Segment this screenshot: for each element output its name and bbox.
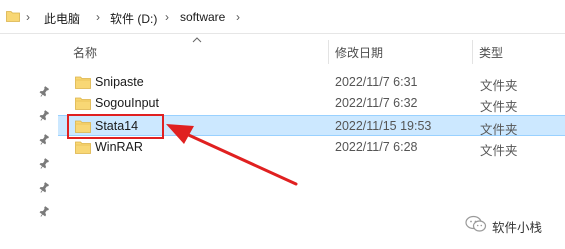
- column-divider[interactable]: [328, 40, 329, 64]
- file-type: 文件夹: [480, 123, 518, 137]
- watermark-text: 软件小栈: [492, 221, 543, 235]
- wechat-icon: [465, 215, 487, 232]
- breadcrumb-software[interactable]: software: [180, 10, 225, 24]
- breadcrumb-this-pc[interactable]: 此电脑: [44, 10, 80, 27]
- file-type: 文件夹: [480, 79, 518, 93]
- column-header-date-modified[interactable]: 修改日期: [335, 44, 383, 61]
- pin-icon[interactable]: [38, 206, 50, 218]
- file-row-winrar[interactable]: WinRAR 2022/11/7 6:28 文件夹: [58, 137, 565, 158]
- column-divider[interactable]: [472, 40, 473, 64]
- file-date: 2022/11/7 6:31: [335, 75, 418, 89]
- sort-ascending-icon: [192, 37, 202, 43]
- column-header-name[interactable]: 名称: [73, 44, 97, 61]
- file-type: 文件夹: [480, 100, 518, 114]
- file-name: WinRAR: [95, 140, 143, 154]
- file-date: 2022/11/7 6:32: [335, 96, 418, 110]
- pin-icon[interactable]: [38, 158, 50, 170]
- file-type: 文件夹: [480, 144, 518, 158]
- chevron-right-icon[interactable]: ›: [96, 10, 100, 24]
- file-date: 2022/11/7 6:28: [335, 140, 418, 154]
- chevron-right-icon[interactable]: ›: [165, 10, 169, 24]
- annotation-highlight-box: [67, 114, 164, 139]
- file-row-snipaste[interactable]: Snipaste 2022/11/7 6:31 文件夹: [58, 72, 565, 93]
- chevron-right-icon[interactable]: ›: [236, 10, 240, 24]
- folder-icon: [75, 97, 91, 110]
- file-name: Snipaste: [95, 75, 144, 89]
- column-header-type[interactable]: 类型: [479, 44, 503, 61]
- file-row-sogouinput[interactable]: SogouInput 2022/11/7 6:32 文件夹: [58, 93, 565, 114]
- breadcrumb-drive-d[interactable]: 软件 (D:): [110, 10, 157, 27]
- annotation-arrow-icon: [166, 124, 298, 186]
- pin-icon[interactable]: [38, 134, 50, 146]
- pin-icon[interactable]: [38, 110, 50, 122]
- address-bar[interactable]: › 此电脑 › 软件 (D:) › software ›: [0, 0, 565, 34]
- folder-icon: [6, 11, 20, 22]
- folder-icon: [75, 141, 91, 154]
- chevron-right-icon[interactable]: ›: [26, 10, 30, 24]
- pin-icon[interactable]: [38, 86, 50, 98]
- folder-icon: [75, 76, 91, 89]
- file-date: 2022/11/15 19:53: [335, 119, 432, 133]
- pin-icon[interactable]: [38, 182, 50, 194]
- navigation-pane: [0, 34, 56, 249]
- file-name: SogouInput: [95, 96, 159, 110]
